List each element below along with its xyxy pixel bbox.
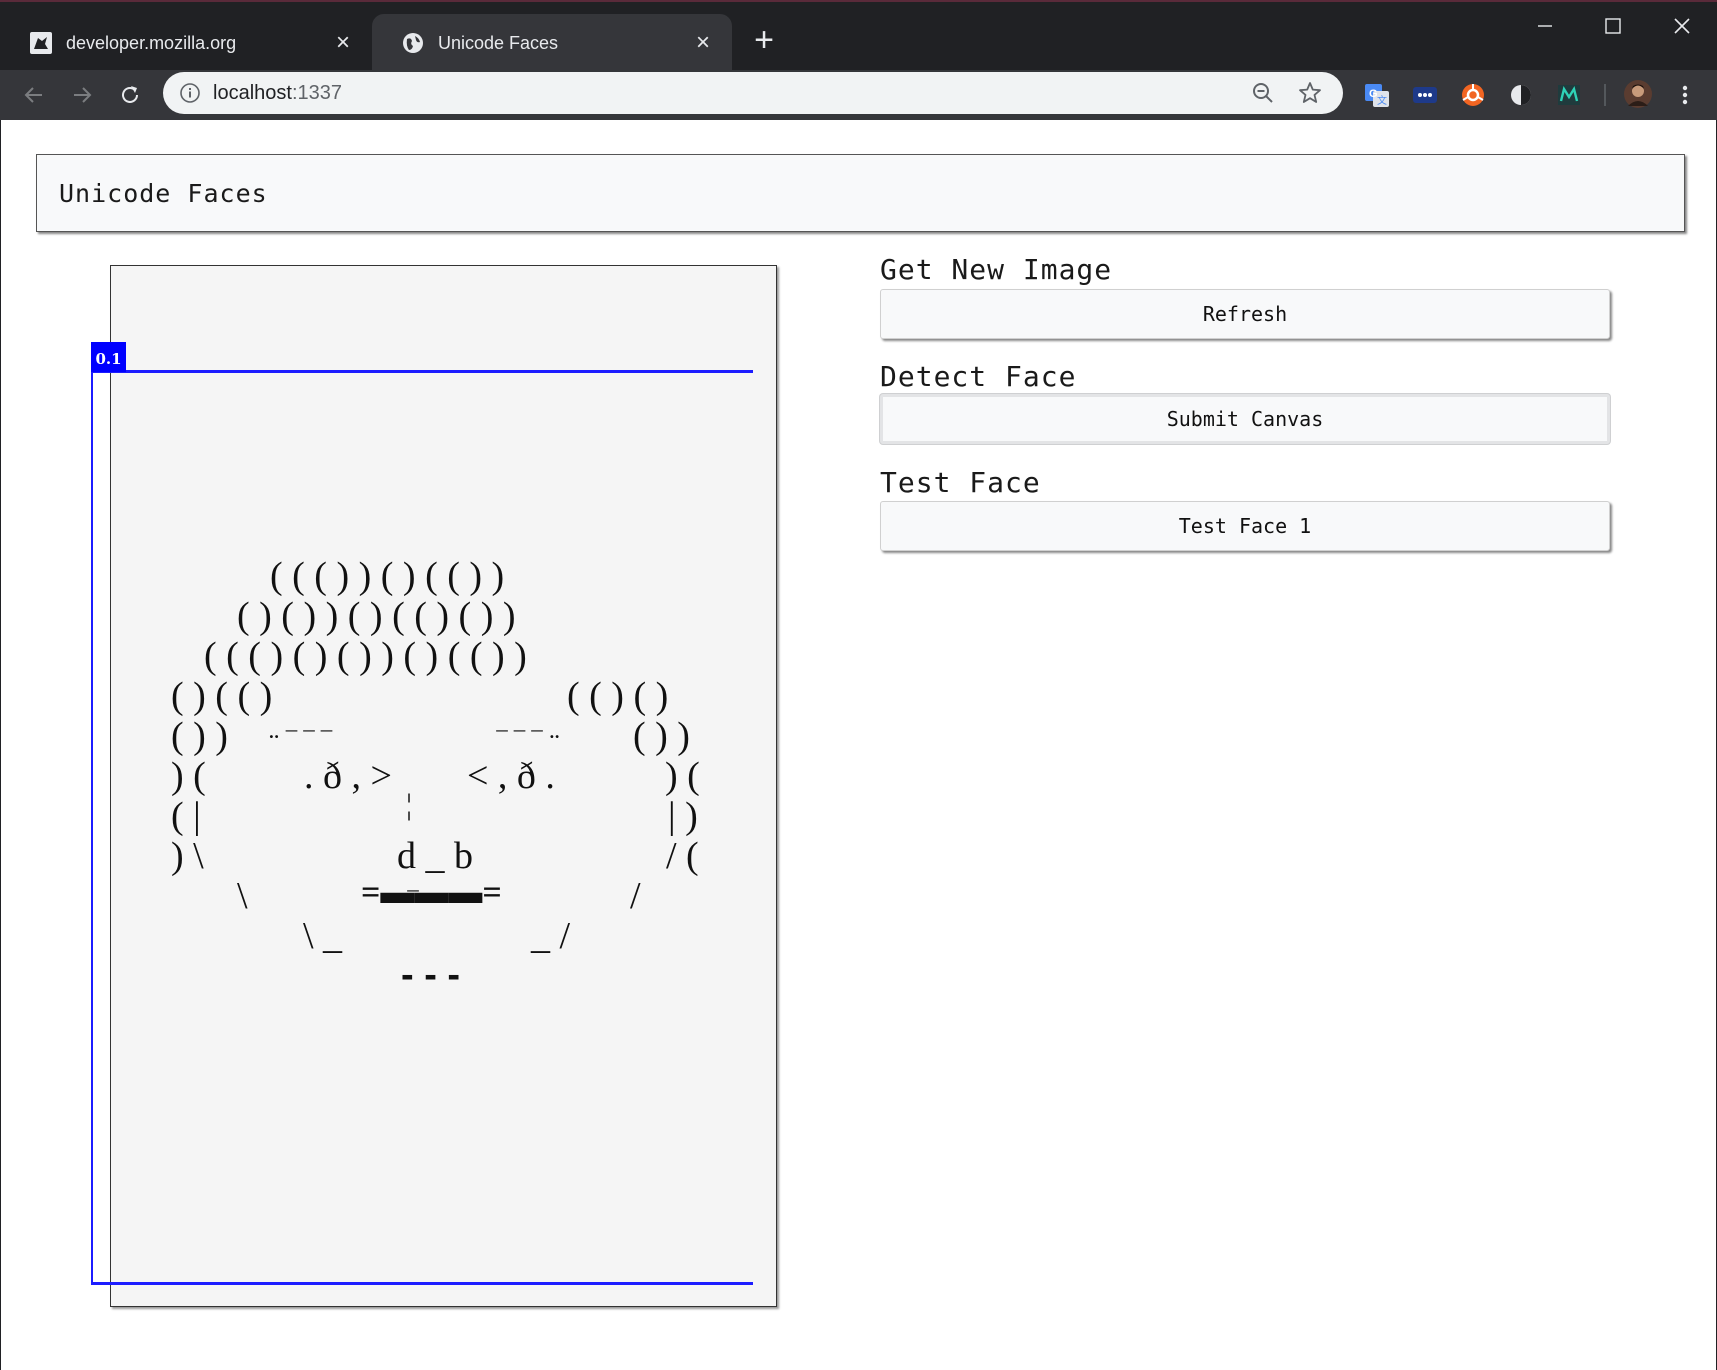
toolbar-divider [1604, 82, 1614, 108]
site-info-icon[interactable] [179, 82, 201, 104]
m-extension-icon[interactable] [1556, 82, 1582, 108]
kebab-menu-icon[interactable] [1672, 82, 1698, 108]
test-face-1-button[interactable]: Test Face 1 [880, 501, 1610, 551]
close-tab-icon[interactable]: × [332, 31, 354, 55]
page-viewport: Unicode Faces ( ( ( ) ) ( ) ( ( ) ) ( ) … [1, 120, 1716, 1370]
tab-unicode-faces[interactable]: Unicode Faces × [372, 14, 732, 72]
dots-extension-icon[interactable] [1412, 82, 1438, 108]
contrast-extension-icon[interactable] [1508, 82, 1534, 108]
maximize-icon[interactable] [1589, 10, 1637, 42]
forward-arrow-icon[interactable] [62, 70, 102, 120]
browser-toolbar: localhost:1337 G文 [0, 70, 1717, 120]
google-translate-icon[interactable]: G文 [1364, 82, 1390, 108]
close-window-icon[interactable] [1658, 10, 1706, 42]
zoom-out-icon[interactable] [1251, 81, 1275, 105]
page-title: Unicode Faces [59, 179, 268, 208]
detect-face-label: Detect Face [880, 360, 1077, 393]
back-arrow-icon[interactable] [14, 70, 54, 120]
profile-avatar-icon[interactable] [1624, 80, 1652, 108]
svg-text:文: 文 [1377, 94, 1387, 107]
url-text: localhost:1337 [213, 82, 342, 104]
tab-title: developer.mozilla.org [66, 32, 237, 53]
globe-icon [402, 32, 424, 54]
mdn-dino-icon [30, 32, 52, 54]
detection-score-badge: 0.1 [91, 342, 126, 372]
orange-circle-extension-icon[interactable] [1460, 82, 1486, 108]
test-face-label: Test Face [880, 466, 1041, 499]
minimize-icon[interactable] [1521, 10, 1569, 42]
detection-box-top-edge [93, 370, 753, 373]
close-tab-icon[interactable]: × [692, 31, 714, 55]
address-bar[interactable]: localhost:1337 [163, 72, 1343, 114]
detection-box-bottom-edge [93, 1282, 753, 1285]
submit-canvas-button[interactable]: Submit Canvas [880, 394, 1610, 444]
page-header: Unicode Faces [36, 154, 1685, 232]
bookmark-star-icon[interactable] [1297, 80, 1323, 106]
tab-title: Unicode Faces [438, 32, 559, 53]
browser-titlebar: developer.mozilla.org × Unicode Faces × … [0, 0, 1717, 72]
get-new-image-label: Get New Image [880, 253, 1113, 286]
refresh-button[interactable]: Refresh [880, 289, 1610, 339]
reload-icon[interactable] [110, 70, 150, 120]
face-detection-box [91, 370, 753, 1285]
new-tab-plus-icon[interactable]: + [748, 22, 780, 58]
tab-developer-mozilla[interactable]: developer.mozilla.org × [0, 14, 372, 72]
